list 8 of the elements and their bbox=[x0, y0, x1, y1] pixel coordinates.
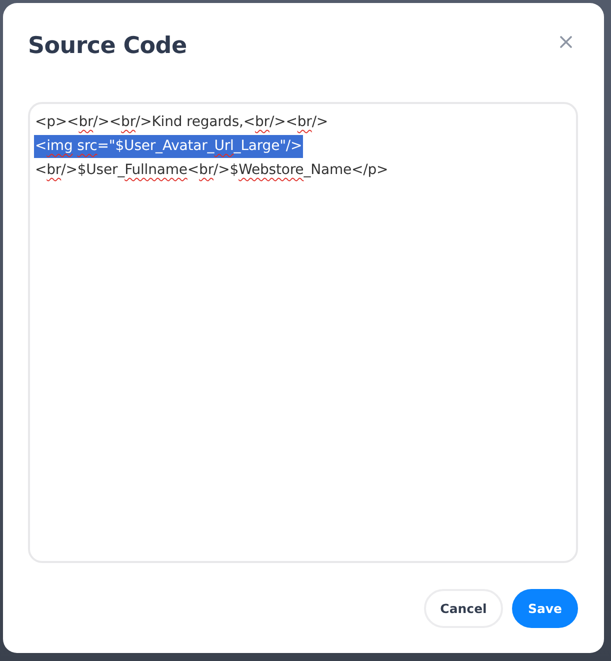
code-editor[interactable]: <p><br/><br/>Kind regards,<br/><br/> <img src="$User_Avatar_Url_Large"/> <br/>$User_Fullname<br/>$Webstore_Name</p> bbox=[28, 102, 578, 563]
dialog-title: Source Code bbox=[28, 32, 187, 61]
code-line: <br/>$User_Fullname<br/>$Webstore_Name</p> bbox=[34, 161, 390, 180]
save-button[interactable]: Save bbox=[512, 589, 578, 628]
close-button[interactable] bbox=[560, 36, 572, 48]
cancel-button[interactable]: Cancel bbox=[424, 589, 503, 628]
code-line: <p><br/><br/>Kind regards,<br/><br/> bbox=[34, 113, 330, 132]
close-icon bbox=[560, 36, 572, 48]
